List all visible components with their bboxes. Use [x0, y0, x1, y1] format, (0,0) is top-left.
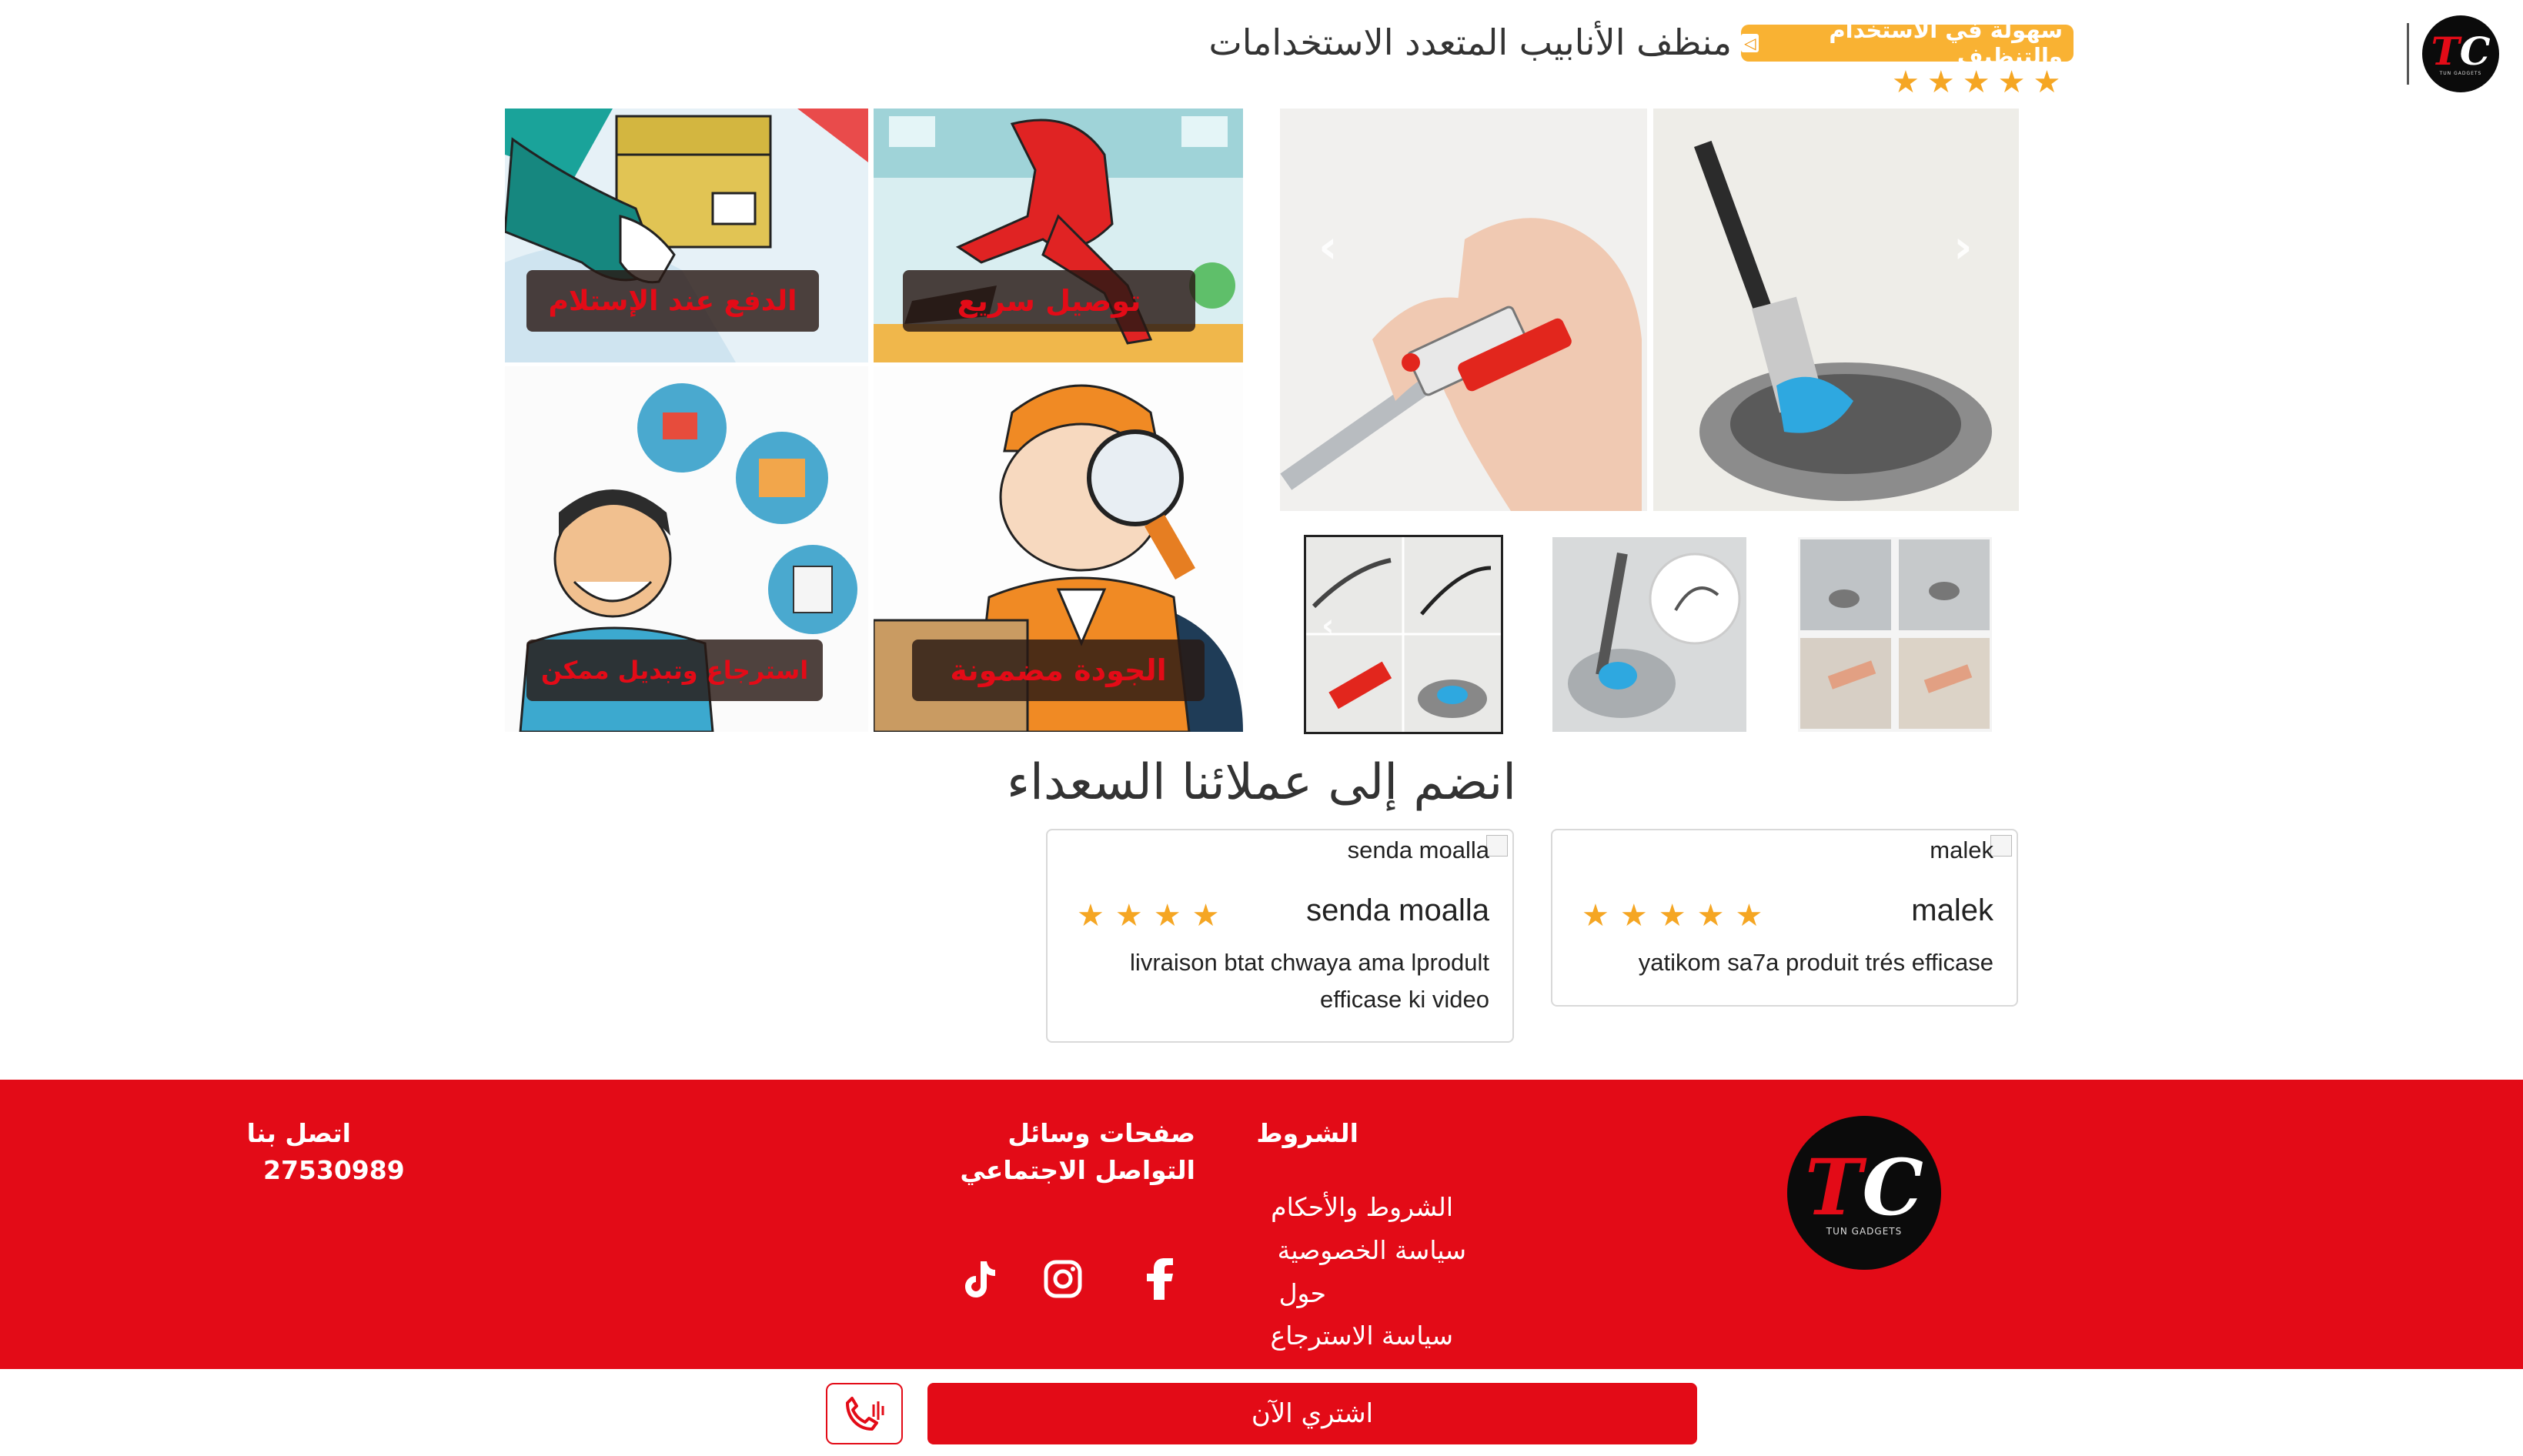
review-text-line: yatikom sa7a produit trés efficase [1638, 949, 1993, 976]
footer-contact-phone[interactable]: 27530989 [263, 1152, 405, 1189]
review-rating: ★ ★ ★ ★ [1077, 898, 1219, 933]
star-icon: ★ [1735, 899, 1763, 933]
star-icon: ★ [1619, 899, 1648, 933]
site-footer: TC TUN GADGETS الشروط الشروط والأحكام سي… [0, 1080, 2523, 1369]
phone-call-icon [846, 1397, 884, 1431]
footer-logo[interactable]: TC TUN GADGETS [1787, 1116, 1941, 1270]
review-card: senda moalla senda moalla ★ ★ ★ ★ livrai… [1046, 829, 1514, 1043]
reviewer-photo-broken-icon [1486, 835, 1508, 857]
reviews-section-title: انضم إلى عملائنا السعداء [1006, 754, 1516, 811]
footer-contact-heading: اتصل بنا [246, 1118, 351, 1148]
product-title: منظف الأنابيب المتعدد الاستخدامات [1208, 22, 1732, 63]
footer-link-terms[interactable]: الشروط والأحكام [1271, 1192, 1453, 1222]
star-icon: ★ [2033, 65, 2061, 100]
facebook-icon[interactable] [1139, 1258, 1181, 1300]
promo-label-cod: الدفع عند الإستلام [526, 270, 819, 332]
thumb-collage-image [1306, 537, 1501, 732]
reviewer-name: malek [1911, 893, 1993, 927]
star-icon: ★ [1962, 65, 1990, 100]
thumb-prev-arrow-icon[interactable]: ‹ [1322, 610, 1334, 641]
footer-link-about[interactable]: حول [1279, 1278, 1326, 1308]
star-icon: ★ [1077, 899, 1104, 933]
thumb-sink-collage-image [1798, 537, 1992, 732]
logo-monogram: TC [2431, 28, 2491, 74]
star-icon: ★ [1191, 899, 1220, 933]
star-icon: ★ [1892, 65, 1920, 100]
call-button[interactable] [826, 1383, 903, 1444]
logo-tagline: TUN GADGETS [1826, 1226, 1903, 1237]
gallery-thumb-3[interactable] [1798, 537, 1992, 732]
feature-badge-label: سهولة في الاستخدام والتنظيف [1829, 17, 2063, 69]
promo-label-fast-delivery: توصيل سريع [903, 270, 1195, 332]
star-icon: ★ [1582, 899, 1609, 933]
play-arrow-icon: ◁ [1741, 34, 1759, 52]
review-text-line: livraison btat chwaya ama lprodult [1130, 949, 1489, 976]
product-rating: ★ ★ ★ ★ ★ [1892, 65, 2060, 100]
star-icon: ★ [1658, 899, 1686, 933]
star-icon: ★ [1153, 899, 1181, 933]
footer-link-privacy[interactable]: سياسة الخصوصية [1278, 1235, 1466, 1265]
reviewer-photo-alt: senda moalla [1347, 837, 1489, 863]
star-icon: ★ [1997, 65, 2026, 100]
promo-tile-returns: استرجاع وتبديل ممكن [505, 366, 868, 732]
buy-now-button[interactable]: اشتري الآن [927, 1383, 1697, 1444]
instagram-icon[interactable] [1042, 1258, 1084, 1300]
logo-tagline: TUN GADGETS [2439, 70, 2482, 76]
drain-cleaning-photo [1653, 109, 2019, 511]
review-text-line: efficase ki video [1320, 986, 1489, 1013]
thumb-drain-image [1552, 537, 1746, 732]
header-logo[interactable]: TC TUN GADGETS [2422, 15, 2499, 92]
gallery-thumb-1[interactable]: ‹ [1304, 535, 1503, 734]
gallery-next-arrow-icon[interactable]: › [1953, 224, 1973, 270]
promo-label-returns: استرجاع وتبديل ممكن [526, 640, 823, 701]
header-divider [2407, 23, 2409, 85]
reviewer-name: senda moalla [1306, 893, 1489, 927]
gallery-thumb-2[interactable] [1552, 537, 1746, 732]
star-icon: ★ [1696, 899, 1725, 933]
promo-tile-cod: الدفع عند الإستلام [505, 109, 868, 362]
star-icon: ★ [1114, 899, 1143, 933]
footer-terms-heading: الشروط [1256, 1118, 1358, 1148]
review-text: yatikom sa7a produit trés efficase [1639, 944, 1993, 981]
footer-social-heading: صفحات وسائل التواصل الاجتماعي [960, 1118, 1195, 1185]
review-rating: ★ ★ ★ ★ ★ [1582, 898, 1763, 933]
reviewer-photo-broken-icon [1990, 835, 2012, 857]
product-image-hand[interactable]: ‹ [1280, 109, 1647, 511]
logo-monogram: TC [1804, 1142, 1923, 1233]
star-icon: ★ [1927, 65, 1955, 100]
review-card: malek malek ★ ★ ★ ★ ★ yatikom sa7a produ… [1551, 829, 2018, 1007]
pipe-cleaner-hand-photo [1280, 109, 1647, 511]
footer-link-returns[interactable]: سياسة الاسترجاع [1271, 1321, 1453, 1351]
gallery-prev-arrow-icon[interactable]: ‹ [1318, 224, 1338, 270]
review-text: livraison btat chwaya ama lprodult effic… [1130, 944, 1489, 1018]
promo-label-quality: الجودة مضمونة [912, 640, 1205, 701]
promo-tile-quality: الجودة مضمونة [874, 366, 1243, 732]
product-image-drain[interactable]: › [1653, 109, 2019, 511]
reviewer-photo-alt: malek [1930, 837, 1993, 863]
bottom-cta-bar: اشتري الآن [0, 1369, 2523, 1456]
tiktok-icon[interactable] [958, 1258, 1000, 1300]
feature-badge: سهولة في الاستخدام والتنظيف ◁ [1741, 17, 2074, 69]
promo-tile-fast-delivery: توصيل سريع [874, 109, 1243, 362]
